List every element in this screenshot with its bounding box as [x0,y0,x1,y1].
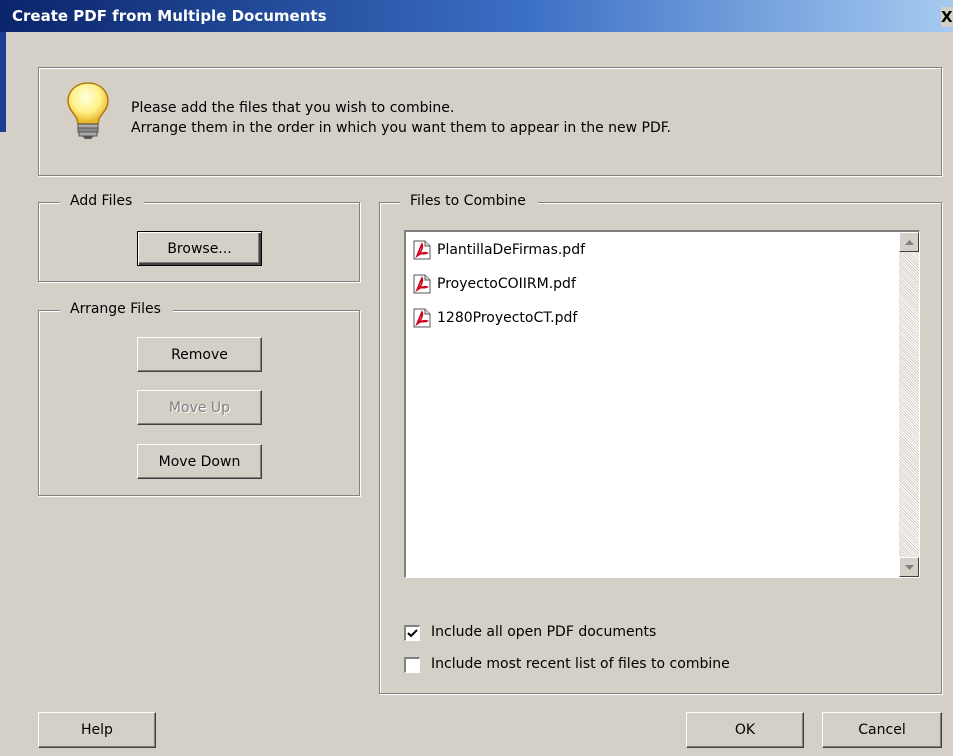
add-files-label: Add Files [60,193,145,209]
browse-button[interactable]: Browse... [137,231,262,266]
info-line-1: Please add the files that you wish to co… [131,100,455,116]
pdf-file-icon [413,308,431,328]
file-name: 1280ProyectoCT.pdf [437,310,578,326]
include-open-label: Include all open PDF documents [431,624,657,640]
files-to-combine-label: Files to Combine [400,193,538,209]
pdf-file-icon [413,240,431,260]
include-recent-label: Include most recent list of files to com… [431,656,730,672]
close-button[interactable]: X [941,7,953,27]
info-message: Please add the files that you wish to co… [131,98,671,138]
info-line-2: Arrange them in the order in which you w… [131,120,672,136]
scroll-up-button[interactable] [899,232,919,252]
arrange-files-label: Arrange Files [60,301,173,317]
arrow-down-icon [904,564,914,570]
title-bar[interactable]: Create PDF from Multiple Documents X [0,0,953,32]
arrow-up-icon [904,239,914,245]
remove-button[interactable]: Remove [137,337,262,372]
file-name: ProyectoCOIIRM.pdf [437,276,576,292]
file-list-item[interactable]: PlantillaDeFirmas.pdf [413,237,585,263]
scroll-down-button[interactable] [899,557,919,577]
file-name: PlantillaDeFirmas.pdf [437,242,586,258]
move-up-button[interactable]: Move Up [137,390,262,425]
lightbulb-icon [67,82,109,139]
file-list-item[interactable]: 1280ProyectoCT.pdf [413,305,577,331]
include-open-checkbox[interactable] [404,625,420,641]
files-listbox[interactable]: PlantillaDeFirmas.pdf ProyectoCOIIRM.pdf… [404,230,920,578]
help-button[interactable]: Help [38,712,156,748]
cancel-button[interactable]: Cancel [822,712,942,748]
background-window-body [0,132,6,756]
pdf-file-icon [413,274,431,294]
include-recent-checkbox[interactable] [404,657,420,673]
window-title: Create PDF from Multiple Documents [12,7,327,25]
ok-button[interactable]: OK [686,712,804,748]
background-window-edge [0,32,6,132]
file-list-item[interactable]: ProyectoCOIIRM.pdf [413,271,576,297]
move-down-button[interactable]: Move Down [137,444,262,479]
checkmark-icon [407,629,418,638]
vertical-scrollbar[interactable] [899,232,919,577]
